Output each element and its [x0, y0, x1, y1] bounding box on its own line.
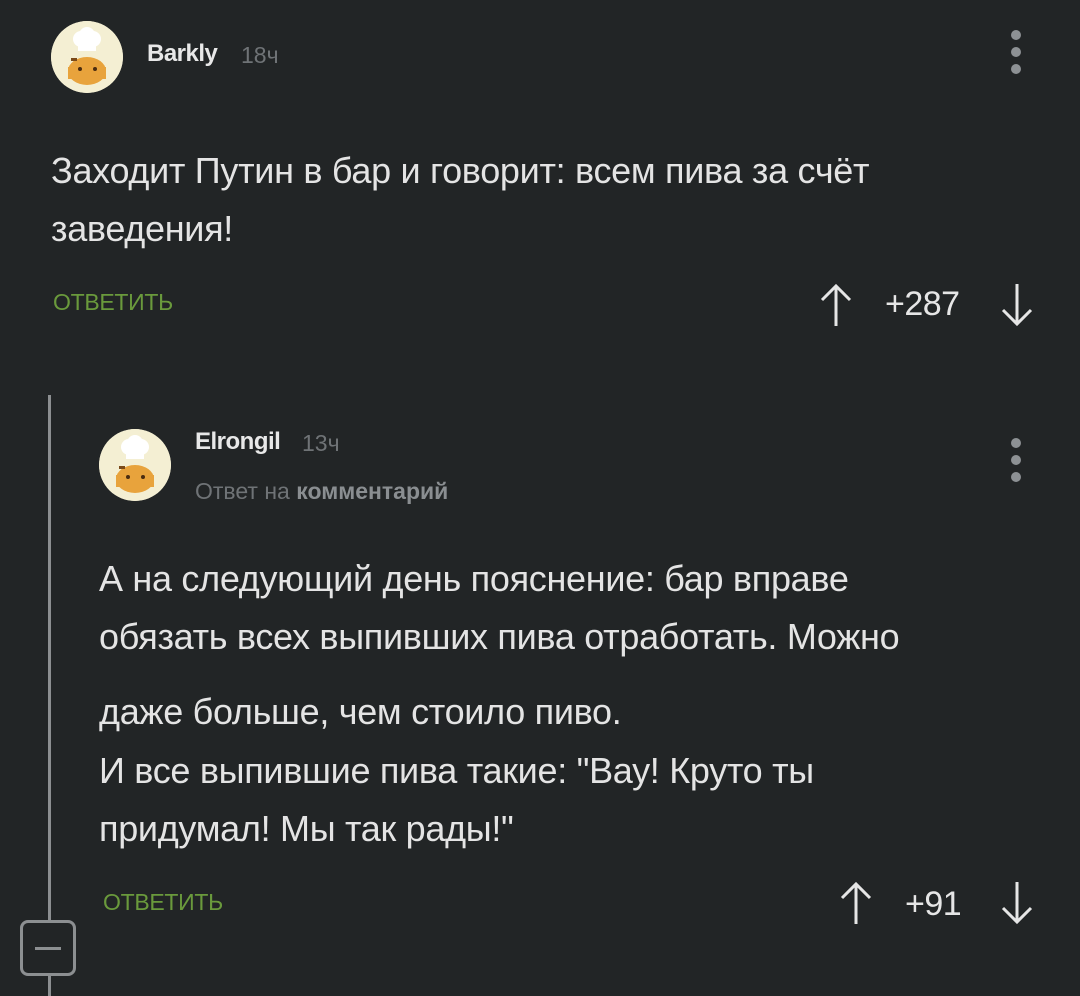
comment-time: 13ч	[302, 430, 340, 456]
comment-text-line: заведения!	[51, 208, 233, 249]
comment-text-line: придумал! Мы так рады!"	[99, 808, 514, 849]
arrow-up-icon[interactable]	[838, 880, 874, 926]
more-vertical-icon[interactable]	[1006, 30, 1026, 80]
thread-line	[48, 395, 51, 996]
reply-button[interactable]: ОТВЕТИТЬ	[53, 289, 173, 316]
score: +91	[905, 885, 962, 923]
more-vertical-icon[interactable]	[1006, 438, 1026, 488]
minus-square-icon[interactable]	[20, 920, 76, 976]
comment-text-line: обязать всех выпивших пива отработать. М…	[99, 616, 900, 657]
score: +287	[885, 285, 960, 323]
reply-to-info: Ответ на комментарий	[195, 478, 448, 505]
comment-time: 18ч	[241, 42, 279, 68]
avatar-icon[interactable]	[99, 429, 171, 501]
comment-text-line: А на следующий день пояснение: бар вправ…	[99, 558, 849, 599]
comment-text-line: даже больше, чем стоило пиво.	[99, 691, 622, 732]
arrow-up-icon[interactable]	[818, 282, 854, 328]
reply-to-prefix: Ответ на	[195, 478, 290, 504]
comment-text-line: И все выпившие пива такие: "Вау! Круто т…	[99, 750, 814, 791]
username[interactable]: Barkly	[147, 40, 218, 68]
avatar-icon[interactable]	[51, 21, 123, 93]
arrow-down-icon[interactable]	[999, 880, 1035, 926]
comment-text-line: Заходит Путин в бар и говорит: всем пива…	[51, 150, 870, 191]
arrow-down-icon[interactable]	[999, 282, 1035, 328]
reply-button[interactable]: ОТВЕТИТЬ	[103, 889, 223, 916]
reply-to-link[interactable]: комментарий	[296, 478, 448, 504]
username[interactable]: Elrongil	[195, 428, 281, 456]
